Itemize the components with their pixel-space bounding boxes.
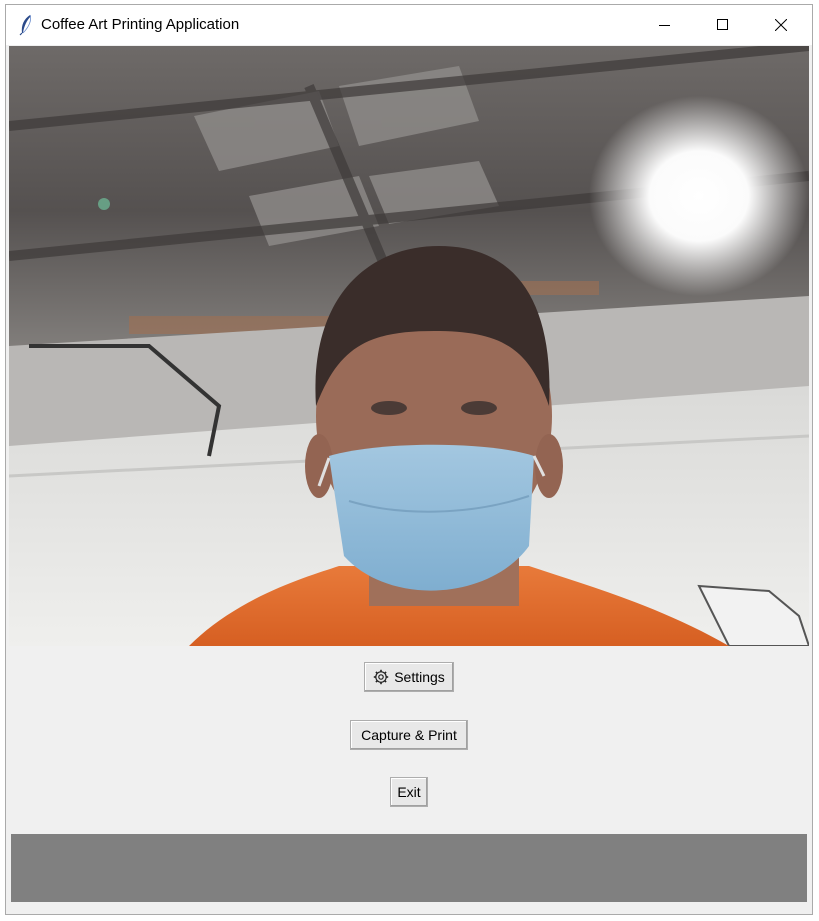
- minimize-icon: [659, 25, 670, 26]
- close-button[interactable]: [752, 5, 810, 45]
- camera-feed: [9, 46, 809, 646]
- status-bar: [11, 834, 807, 902]
- capture-print-button[interactable]: Capture & Print: [350, 720, 468, 750]
- settings-label: Settings: [394, 669, 445, 685]
- settings-button[interactable]: Settings: [364, 662, 454, 692]
- maximize-button[interactable]: [694, 5, 752, 45]
- feather-icon: [19, 14, 31, 36]
- gear-icon: [374, 669, 389, 685]
- exit-button[interactable]: Exit: [390, 777, 428, 807]
- close-icon: [775, 19, 787, 31]
- app-window: Coffee Art Printing Application Settings…: [5, 4, 813, 915]
- title-bar[interactable]: Coffee Art Printing Application: [6, 5, 812, 45]
- minimize-button[interactable]: [636, 5, 694, 45]
- window-title: Coffee Art Printing Application: [41, 16, 240, 33]
- maximize-icon: [717, 19, 728, 30]
- control-panel: Settings Capture & Print Exit: [6, 646, 812, 832]
- camera-frame: [9, 46, 809, 646]
